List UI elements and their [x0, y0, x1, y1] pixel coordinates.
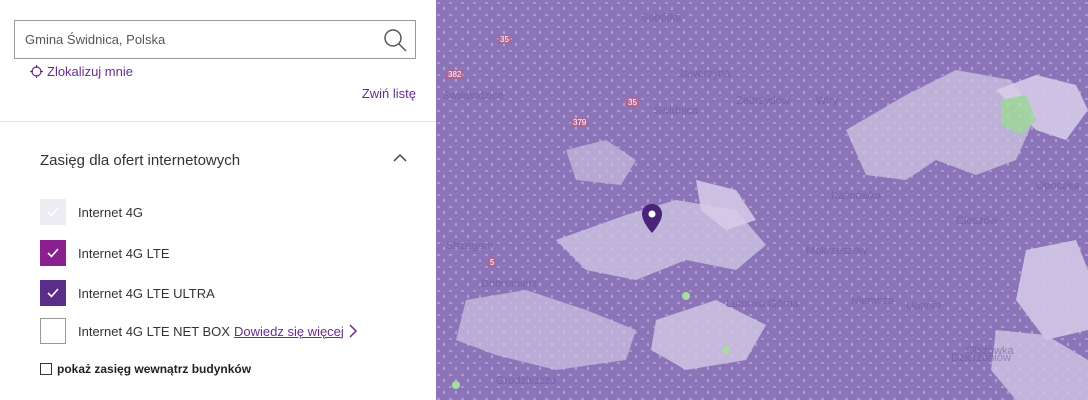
locate-me-label: Zlokalizuj mnie: [47, 64, 133, 79]
option-internet-4g[interactable]: Internet 4G: [40, 199, 143, 225]
coverage-panel: Zlokalizuj mnie Zwiń listę Zasięg dla of…: [0, 0, 436, 400]
checkbox-4g-lte[interactable]: [40, 240, 66, 266]
map-label: Cieszów: [956, 215, 998, 227]
check-icon: [47, 207, 59, 217]
map-label: Sobótka: [641, 12, 682, 24]
check-icon: [47, 248, 59, 258]
check-icon: [47, 288, 59, 298]
search-icon[interactable]: [381, 26, 409, 54]
option-internet-4g-lte-net-box[interactable]: Internet 4G LTE NET BOX Dowiedz się więc…: [40, 318, 358, 344]
indoor-checkbox[interactable]: [40, 363, 52, 375]
map-label: Kalinówka: [831, 190, 882, 202]
option-label: Internet 4G LTE ULTRA: [78, 285, 215, 301]
map-label: Mokrzeszów: [806, 245, 868, 257]
road-number: 379: [571, 118, 589, 127]
map-label: Zebrzydów: [736, 95, 790, 107]
learn-more-link[interactable]: Dowiedz się więcej: [234, 324, 344, 339]
section-title: Zasięg dla ofert internetowych: [40, 152, 241, 169]
road-number: 35: [626, 98, 639, 107]
option-label: Internet 4G LTE NET BOX: [78, 323, 230, 339]
checkbox-net-box[interactable]: [40, 318, 66, 344]
map-pin-icon[interactable]: [640, 203, 664, 235]
checkbox-4g-lte-ultra[interactable]: [40, 280, 66, 306]
chevron-right-icon[interactable]: [348, 324, 358, 338]
map-label: Świebodzice: [442, 90, 504, 102]
search-box: [14, 20, 416, 59]
option-label: Internet 4G LTE: [78, 245, 170, 261]
collapse-list-link[interactable]: Zwiń listę: [362, 86, 416, 101]
indoor-coverage-option[interactable]: pokaż zasięg wewnątrz budynków: [40, 362, 251, 376]
chevron-up-icon[interactable]: [392, 152, 408, 164]
map-label: Świdnica: [654, 105, 699, 117]
map-label: Wiry: [816, 95, 838, 107]
crosshair-icon: [30, 65, 43, 78]
road-number: 382: [446, 70, 464, 79]
map-label: Strzegom: [446, 240, 494, 252]
map-label: Jaworzyna: [678, 68, 731, 80]
option-internet-4g-lte[interactable]: Internet 4G LTE: [40, 240, 170, 266]
indoor-label: pokaż zasięg wewnątrz budynków: [57, 362, 252, 376]
divider: [0, 121, 436, 122]
option-internet-4g-lte-ultra[interactable]: Internet 4G LTE ULTRA: [40, 280, 215, 306]
map-label: Grodziszcze: [496, 375, 557, 387]
map-label: Niemcza: [851, 295, 894, 307]
search-input[interactable]: [25, 21, 375, 58]
map-label: Udanin: [906, 300, 941, 312]
checkbox-4g[interactable]: [40, 199, 66, 225]
coverage-map[interactable]: Świebodzice Świdnica Dzierżoniów Olszówk…: [436, 0, 1088, 400]
option-label: Internet 4G: [78, 204, 144, 220]
road-number: 5: [488, 258, 497, 267]
map-label: Dobromierz: [481, 278, 538, 290]
map-label: Opoczka: [1036, 180, 1080, 192]
map-label: Lutomia Górna: [726, 298, 799, 310]
road-number: 35: [498, 35, 511, 44]
locate-me-link[interactable]: Zlokalizuj mnie: [30, 64, 133, 79]
map-label: Olszówka: [966, 345, 1014, 357]
coverage-layer: [436, 0, 1088, 400]
